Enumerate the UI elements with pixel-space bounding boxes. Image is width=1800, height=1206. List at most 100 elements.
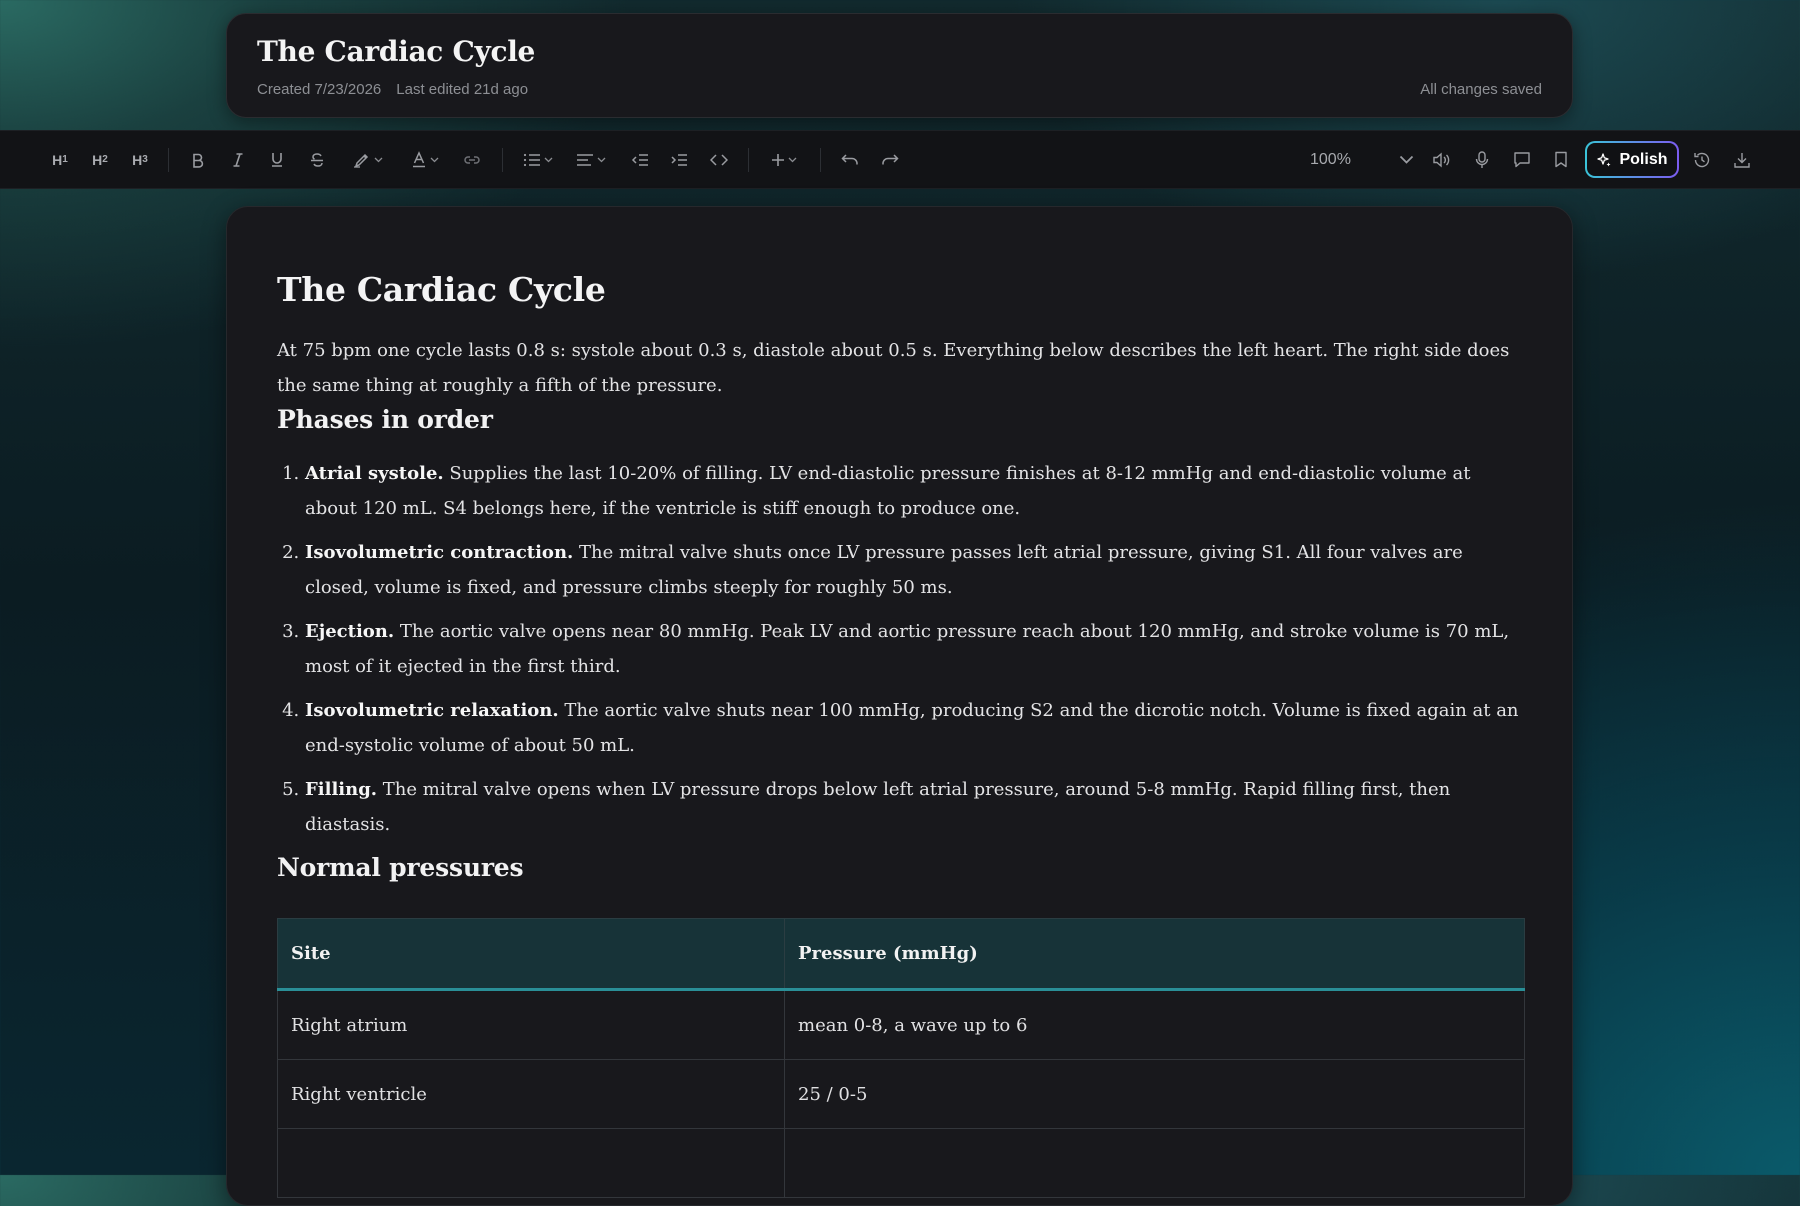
phase-name: Isovolumetric contraction. [305, 542, 574, 563]
table-row: Right ventricle 25 / 0-5 [277, 1059, 1525, 1129]
phases-list: Atrial systole. Supplies the last 10-20%… [277, 456, 1522, 842]
chevron-down-icon [374, 157, 383, 162]
highlighter-icon [354, 153, 369, 168]
chevron-down-icon [1399, 155, 1414, 164]
outdent-button[interactable] [626, 131, 654, 188]
chevron-down-icon [788, 157, 797, 162]
chevron-down-icon [544, 157, 553, 162]
highlight-button[interactable] [345, 131, 391, 188]
heading-1-button[interactable]: H1 [44, 131, 76, 188]
insert-button[interactable] [764, 131, 804, 188]
table-cell[interactable]: Right ventricle [277, 1059, 785, 1129]
table-row: Right atrium mean 0-8, a wave up to 6 [277, 989, 1525, 1060]
toolbar-divider [502, 148, 503, 172]
table-row [277, 1128, 1525, 1198]
document-header: The Cardiac Cycle Created 7/23/2026 Last… [226, 13, 1573, 118]
phase-text: Supplies the last 10-20% of filling. LV … [305, 463, 1471, 519]
table-header-cell[interactable]: Pressure (mmHg) [784, 918, 1525, 991]
undo-button[interactable] [836, 131, 864, 188]
save-status: All changes saved [1420, 81, 1542, 98]
toolbar-divider [820, 148, 821, 172]
underline-button[interactable] [263, 131, 291, 188]
heading-2-sub: 2 [102, 154, 108, 165]
phase-text: The mitral valve opens when LV pressure … [305, 779, 1451, 835]
read-aloud-button[interactable] [1428, 131, 1456, 188]
text-color-icon [413, 151, 425, 168]
zoom-select[interactable]: 100% [1310, 131, 1414, 188]
align-icon [577, 153, 593, 166]
editor-toolbar: H1 H2 H3 100% Polish [0, 130, 1800, 189]
heading-3-sub: 3 [142, 154, 148, 165]
polish-button[interactable]: Polish [1585, 141, 1679, 178]
version-history-button[interactable] [1688, 131, 1716, 188]
intro-paragraph[interactable]: At 75 bpm one cycle lasts 0.8 s: systole… [277, 333, 1522, 403]
indent-button[interactable] [665, 131, 693, 188]
redo-button[interactable] [876, 131, 904, 188]
heading-1-label: H [52, 151, 63, 168]
code-button[interactable] [705, 131, 733, 188]
phase-text: The aortic valve opens near 80 mmHg. Pea… [305, 621, 1510, 677]
list-item[interactable]: Ejection. The aortic valve opens near 80… [305, 614, 1522, 684]
table-cell[interactable] [784, 1128, 1525, 1198]
strikethrough-button[interactable] [303, 131, 331, 188]
history-icon [1694, 152, 1710, 167]
heading-2-button[interactable]: H2 [84, 131, 116, 188]
table-cell[interactable]: Right atrium [277, 989, 785, 1060]
zoom-value: 100% [1310, 150, 1351, 168]
list-item[interactable]: Filling. The mitral valve opens when LV … [305, 772, 1522, 842]
phase-name: Atrial systole. [305, 463, 444, 484]
dictation-button[interactable] [1468, 131, 1496, 188]
list-button[interactable] [518, 131, 558, 188]
strikethrough-icon [311, 152, 323, 167]
bold-icon [193, 153, 204, 168]
table-header-cell[interactable]: Site [277, 918, 785, 991]
undo-icon [841, 153, 858, 164]
speaker-icon [1433, 151, 1450, 168]
heading-1-sub: 1 [62, 154, 68, 165]
table-cell[interactable] [277, 1128, 785, 1198]
toolbar-divider [168, 148, 169, 172]
table-cell[interactable]: 25 / 0-5 [784, 1059, 1525, 1129]
created-date: Created 7/23/2026 [257, 81, 382, 98]
comment-icon [1514, 152, 1530, 168]
toolbar-divider [748, 148, 749, 172]
document-heading[interactable]: The Cardiac Cycle [277, 267, 1522, 313]
editor-page[interactable]: The Cardiac Cycle At 75 bpm one cycle la… [226, 206, 1573, 1206]
insert-plus-icon [772, 153, 784, 166]
indent-icon [671, 153, 687, 166]
redo-icon [882, 153, 899, 164]
bookmark-button[interactable] [1547, 131, 1575, 188]
polish-label: Polish [1619, 150, 1668, 168]
phase-name: Filling. [305, 779, 378, 800]
table-cell[interactable]: mean 0-8, a wave up to 6 [784, 989, 1525, 1060]
document-title-header[interactable]: The Cardiac Cycle [257, 34, 1542, 70]
last-edited: Last edited 21d ago [396, 81, 529, 98]
italic-icon [233, 152, 243, 167]
align-button[interactable] [571, 131, 611, 188]
outdent-icon [631, 153, 648, 166]
link-button[interactable] [458, 131, 486, 188]
pressures-table: Site Pressure (mmHg) Right atrium mean 0… [277, 918, 1525, 1198]
code-icon [710, 153, 728, 166]
chevron-down-icon [430, 157, 439, 162]
bold-button[interactable] [184, 131, 212, 188]
phases-heading[interactable]: Phases in order [277, 403, 1522, 437]
heading-2-label: H [92, 151, 103, 168]
underline-icon [272, 153, 282, 167]
download-button[interactable] [1728, 131, 1756, 188]
download-icon [1734, 152, 1750, 168]
list-icon [523, 153, 540, 166]
heading-3-button[interactable]: H3 [124, 131, 156, 188]
list-item[interactable]: Atrial systole. Supplies the last 10-20%… [305, 456, 1522, 526]
comment-button[interactable] [1508, 131, 1536, 188]
text-color-button[interactable] [402, 131, 448, 188]
italic-button[interactable] [224, 131, 252, 188]
table-header-row: Site Pressure (mmHg) [277, 918, 1525, 991]
list-item[interactable]: Isovolumetric contraction. The mitral va… [305, 535, 1522, 605]
phase-name: Isovolumetric relaxation. [305, 700, 559, 721]
pressures-heading[interactable]: Normal pressures [277, 851, 1522, 885]
list-item[interactable]: Isovolumetric relaxation. The aortic val… [305, 693, 1522, 763]
microphone-icon [1475, 150, 1489, 168]
bookmark-icon [1555, 151, 1567, 168]
heading-3-label: H [132, 151, 143, 168]
